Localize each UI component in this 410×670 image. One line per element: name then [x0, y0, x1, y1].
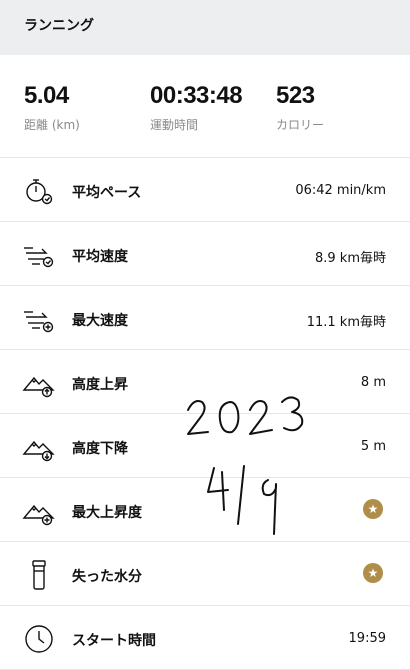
- row-label: 失った水分: [72, 569, 142, 585]
- list-item-start-time: スタート時間 19:59: [0, 606, 410, 670]
- elevation-max-icon: [22, 504, 55, 526]
- speed-average-icon: [24, 247, 54, 268]
- list-item-average-speed: 平均速度 8.9 km毎時: [0, 222, 410, 286]
- premium-star-icon[interactable]: ★: [363, 563, 383, 583]
- list-item-average-pace: 平均ペース 06:42 min/km: [0, 157, 410, 222]
- row-label: 高度下降: [72, 441, 128, 457]
- row-value: 06:42 min/km: [295, 183, 386, 198]
- metrics-list: 平均ペース 06:42 min/km 平均速度 8.9 km毎時 最大速度 11…: [0, 157, 410, 670]
- distance-stat: 5.04 距離 (km): [24, 82, 80, 133]
- duration-stat: 00:33:48 運動時間: [150, 82, 243, 133]
- list-item-max-elevation: 最大上昇度 ★: [0, 478, 410, 542]
- calories-label: カロリー: [276, 118, 325, 132]
- row-label: 最大速度: [72, 313, 128, 329]
- list-item-elevation-gain: 高度上昇 8 m: [0, 350, 410, 414]
- clock-icon: [25, 625, 53, 653]
- row-value: 19:59: [348, 631, 386, 646]
- row-value: 8.9 km毎時: [315, 251, 386, 266]
- list-item-elevation-loss: 高度下降 5 m: [0, 414, 410, 478]
- list-item-fluid-loss: 失った水分 ★: [0, 542, 410, 606]
- row-value: 11.1 km毎時: [306, 315, 386, 330]
- elevation-down-icon: [22, 440, 55, 462]
- row-label: 最大上昇度: [72, 505, 142, 521]
- row-value: 8 m: [360, 375, 386, 390]
- distance-label: 距離 (km): [24, 118, 80, 132]
- duration-value: 00:33:48: [150, 82, 243, 109]
- row-label: 平均ペース: [72, 185, 142, 201]
- premium-star-icon[interactable]: ★: [363, 499, 383, 519]
- list-item-max-speed: 最大速度 11.1 km毎時: [0, 286, 410, 350]
- summary-stats: 5.04 距離 (km) 00:33:48 運動時間 523 カロリー: [0, 56, 410, 154]
- elevation-up-icon: [22, 376, 55, 398]
- app-header: ランニング: [0, 0, 410, 55]
- duration-label: 運動時間: [150, 118, 199, 132]
- row-label: スタート時間: [72, 633, 156, 649]
- calories-value: 523: [276, 82, 315, 109]
- speed-max-icon: [24, 311, 54, 333]
- calories-stat: 523 カロリー: [276, 82, 324, 133]
- water-bottle-icon: [32, 560, 46, 590]
- page-title: ランニング: [24, 18, 94, 34]
- row-value: 5 m: [360, 439, 386, 454]
- distance-value: 5.04: [24, 82, 69, 109]
- stopwatch-icon: [26, 179, 53, 205]
- row-label: 平均速度: [72, 249, 128, 265]
- row-label: 高度上昇: [72, 377, 128, 393]
